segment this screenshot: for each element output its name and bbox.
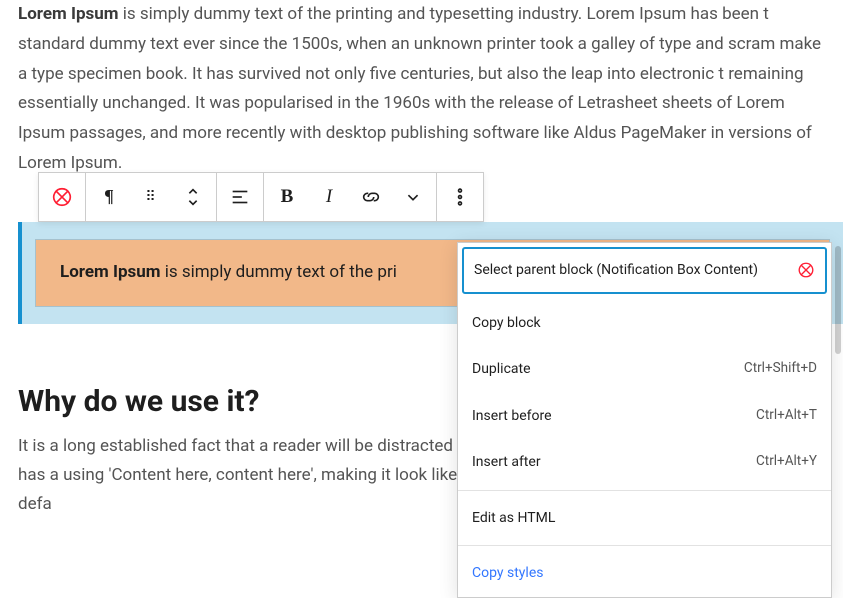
- notif-rest: is simply dummy text of the pri: [161, 262, 397, 282]
- toolbar-group-more: [437, 173, 483, 221]
- editor-content: Lorem Ipsum is simply dummy text of the …: [0, 0, 843, 179]
- block-type-icon[interactable]: [41, 173, 83, 221]
- paragraph-icon[interactable]: ¶: [88, 173, 130, 221]
- menu-shortcut: Ctrl+Alt+T: [756, 404, 817, 428]
- block-options-menu: Select parent block (Notification Box Co…: [457, 242, 832, 598]
- menu-label: Select parent block (Notification Box Co…: [474, 258, 758, 283]
- menu-scrollbar[interactable]: [835, 246, 841, 354]
- menu-label: Copy styles: [472, 561, 543, 586]
- insert-before-item[interactable]: Insert before Ctrl+Alt+T: [458, 393, 831, 440]
- copy-block-item[interactable]: Copy block: [458, 300, 831, 347]
- notif-lead: Lorem Ipsum: [60, 262, 161, 282]
- toolbar-group-align: [217, 173, 264, 221]
- notification-box-icon: [797, 261, 815, 279]
- para-lead: Lorem Ipsum: [18, 4, 119, 24]
- italic-button[interactable]: I: [308, 173, 350, 221]
- edit-as-html-item[interactable]: Edit as HTML: [458, 495, 831, 542]
- block-toolbar: ¶ ⠿ B I: [38, 172, 484, 222]
- align-icon[interactable]: [219, 173, 261, 221]
- link-button[interactable]: [350, 173, 392, 221]
- toolbar-group-block: [39, 173, 86, 221]
- toolbar-group-transform: ¶ ⠿: [86, 173, 217, 221]
- menu-divider: [458, 490, 831, 491]
- menu-label: Insert after: [472, 450, 541, 475]
- insert-after-item[interactable]: Insert after Ctrl+Alt+Y: [458, 439, 831, 486]
- drag-handle-icon[interactable]: ⠿: [130, 173, 172, 221]
- menu-label: Edit as HTML: [472, 506, 555, 531]
- menu-label: Duplicate: [472, 357, 531, 382]
- copy-styles-item[interactable]: Copy styles: [458, 550, 831, 597]
- move-up-down-icon[interactable]: [172, 173, 214, 221]
- heading-block[interactable]: Why do we use it?: [18, 376, 259, 429]
- bold-button[interactable]: B: [266, 173, 308, 221]
- menu-label: Insert before: [472, 404, 552, 429]
- menu-shortcut: Ctrl+Alt+Y: [756, 450, 817, 474]
- toolbar-group-format: B I: [264, 173, 437, 221]
- paragraph-block[interactable]: Lorem Ipsum is simply dummy text of the …: [18, 0, 825, 179]
- menu-divider: [458, 545, 831, 546]
- para-rest: is simply dummy text of the printing and…: [18, 4, 821, 173]
- more-format-chevron-icon[interactable]: [392, 173, 434, 221]
- menu-shortcut: Ctrl+Shift+D: [744, 357, 817, 381]
- menu-label: Copy block: [472, 311, 541, 336]
- select-parent-block-item[interactable]: Select parent block (Notification Box Co…: [462, 247, 827, 294]
- duplicate-item[interactable]: Duplicate Ctrl+Shift+D: [458, 346, 831, 393]
- more-options-icon[interactable]: [439, 173, 481, 221]
